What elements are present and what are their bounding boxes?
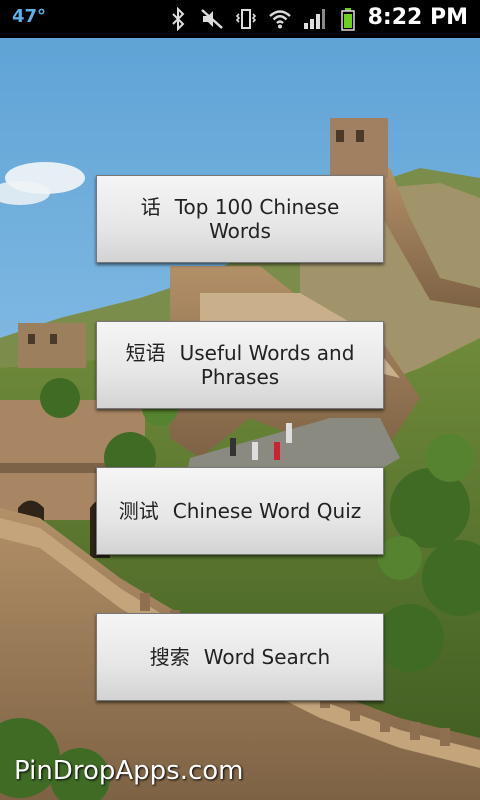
weather-temperature: 47° (12, 6, 47, 27)
mute-icon (201, 9, 223, 29)
button-hanzi: 测试 (118, 499, 159, 523)
button-label: Useful Words and Phrases (179, 341, 355, 389)
button-label: Top 100 Chinese Words (174, 195, 340, 243)
word-quiz-button[interactable]: 测试 Chinese Word Quiz (96, 467, 384, 555)
status-icons (166, 6, 360, 32)
vibrate-icon (235, 9, 257, 29)
brand-watermark: PinDropApps.com (14, 756, 244, 786)
word-search-button[interactable]: 搜索 Word Search (96, 613, 384, 701)
wifi-icon (269, 10, 291, 29)
bluetooth-icon (172, 7, 185, 31)
useful-phrases-button[interactable]: 短语 Useful Words and Phrases (96, 321, 384, 409)
clock: 8:22 PM (367, 5, 468, 30)
status-bar: 47° 8:22 PM (0, 0, 480, 38)
battery-icon (341, 8, 355, 31)
button-label: Word Search (203, 645, 331, 669)
signal-icon (304, 9, 325, 29)
top-100-words-button[interactable]: 话 Top 100 Chinese Words (96, 175, 384, 263)
button-hanzi: 话 (140, 195, 161, 219)
button-hanzi: 搜索 (149, 645, 190, 669)
button-hanzi: 短语 (125, 341, 166, 365)
button-label: Chinese Word Quiz (172, 499, 362, 523)
